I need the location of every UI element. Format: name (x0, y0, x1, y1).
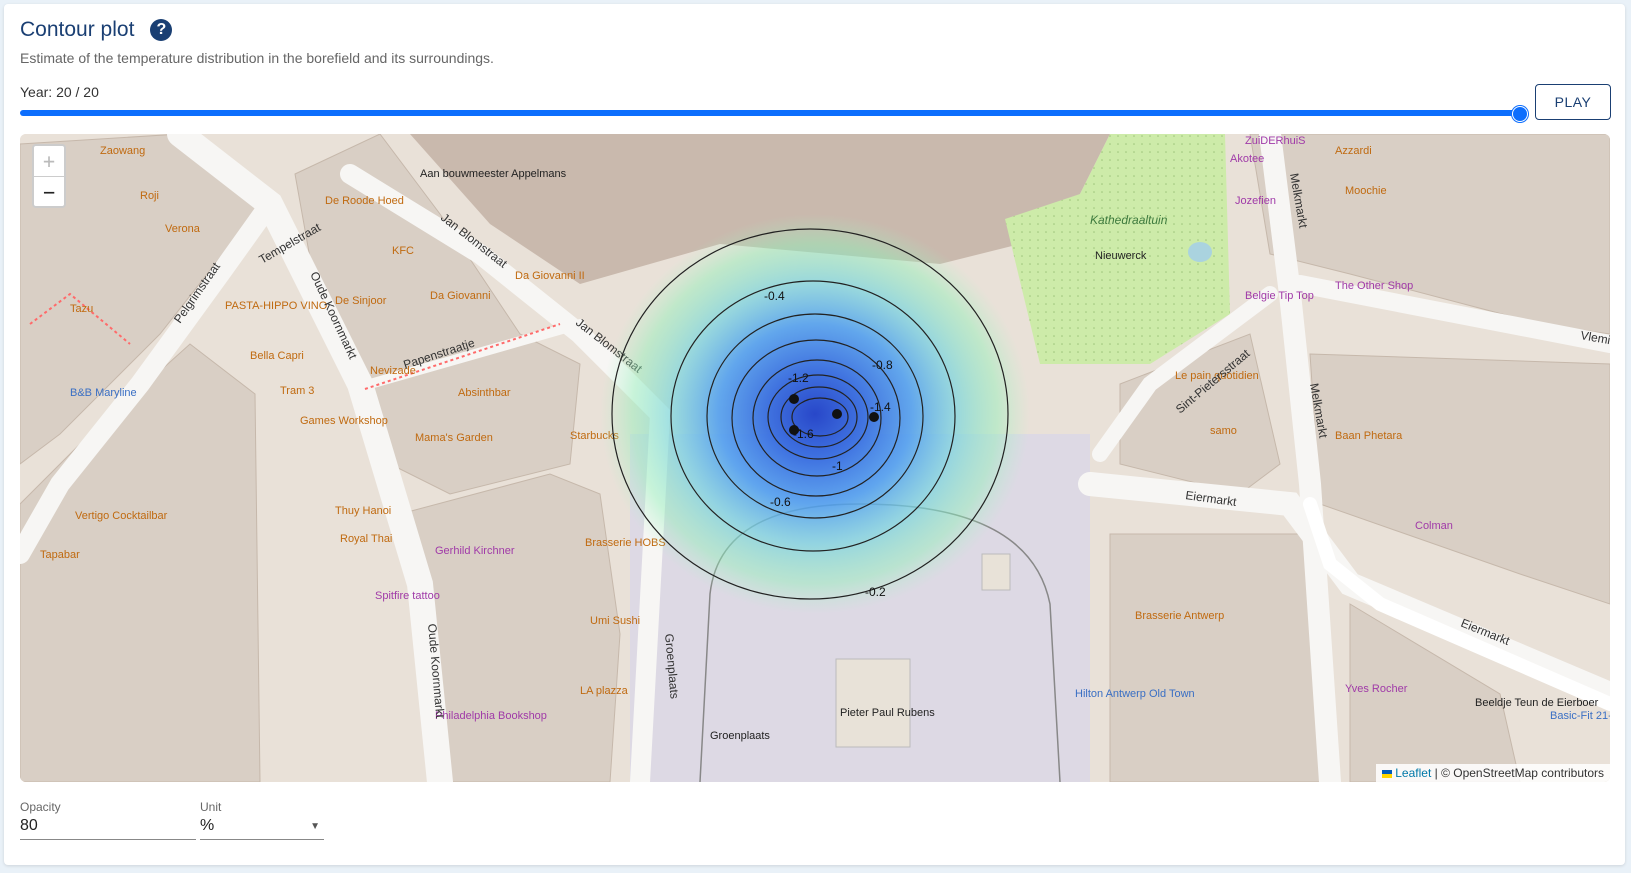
temperature-heatmap (600, 214, 1030, 614)
place-label: Umi Sushi (590, 615, 640, 627)
contour-label: -1.2 (788, 371, 809, 385)
place-label: Belgie Tip Top (1245, 290, 1314, 302)
slider-track[interactable] (20, 110, 1520, 116)
place-label: Roji (140, 190, 159, 202)
place-label: Baan Phetara (1335, 430, 1403, 442)
place-label: Akotee (1230, 153, 1264, 165)
unit-value: % (200, 817, 215, 834)
osm-attribution: | © OpenStreetMap contributors (1434, 766, 1604, 780)
zoom-in-button[interactable]: + (34, 146, 64, 177)
map-attribution: Leaflet | © OpenStreetMap contributors (1376, 764, 1610, 782)
place-label: B&B Maryline (70, 387, 137, 399)
page-title: Contour plot (20, 18, 135, 41)
leaflet-link[interactable]: Leaflet (1395, 766, 1431, 780)
unit-label: Unit (200, 800, 222, 814)
zoom-out-button[interactable]: − (34, 177, 64, 207)
contour-label: -0.8 (872, 358, 893, 372)
ukraine-flag-icon (1382, 769, 1393, 778)
place-label: De Roode Hoed (325, 195, 404, 207)
place-label: The Other Shop (1335, 280, 1413, 292)
park-label: Kathedraaltuin (1090, 213, 1168, 227)
year-label: Year: 20 / 20 (20, 84, 99, 100)
place-label: Tapabar (40, 549, 80, 561)
place-label: LA plazza (580, 685, 629, 697)
place-label: ZuiDERhuiS (1245, 135, 1306, 147)
place-label: Thuy Hanoi (335, 505, 391, 517)
place-label: Yves Rocher (1345, 683, 1408, 695)
place-label: Azzardi (1335, 145, 1372, 157)
place-label: Nieuwerck (1095, 250, 1147, 262)
place-label: De Sinjoor (335, 295, 387, 307)
place-label: Verona (165, 223, 201, 235)
place-label: Brasserie Antwerp (1135, 610, 1224, 622)
place-label: Pieter Paul Rubens (840, 707, 935, 719)
contour-label: -1.4 (870, 400, 891, 414)
place-label: PASTA-HIPPO VINO (225, 300, 328, 312)
place-label: Gerhild Kirchner (435, 545, 515, 557)
place-label: Basic-Fit 21-23 (1550, 710, 1610, 722)
title-row: Contour plot ? (20, 18, 173, 42)
place-label: Zaowang (100, 145, 145, 157)
zoom-control: + − (32, 144, 66, 208)
help-circle-icon[interactable]: ? (150, 19, 173, 41)
place-label: Spitfire tattoo (375, 590, 440, 602)
place-label: samo (1210, 425, 1237, 437)
contour-label: -0.4 (764, 289, 785, 303)
play-button[interactable]: PLAY (1535, 84, 1611, 120)
place-label: Beeldje Teun de Eierboer (1475, 697, 1599, 709)
place-label: Moochie (1345, 185, 1387, 197)
map-canvas[interactable]: Zaowang Roji Verona De Roode Hoed KFC Da… (20, 134, 1610, 782)
place-label: Tram 3 (280, 385, 314, 397)
contour-label: -0.2 (865, 585, 886, 599)
chevron-down-icon[interactable]: ▼ (310, 821, 320, 832)
place-label: Royal Thai (340, 533, 392, 545)
slider-thumb[interactable] (1512, 106, 1528, 122)
place-label: Games Workshop (300, 415, 388, 427)
place-label: Mama's Garden (415, 432, 493, 444)
place-label: Vertigo Cocktailbar (75, 510, 168, 522)
place-label: Da Giovanni II (515, 270, 585, 282)
place-label: Aan bouwmeester Appelmans (420, 168, 567, 180)
place-label: Tazu (70, 303, 93, 315)
opacity-label: Opacity (20, 800, 61, 814)
place-label: Bella Capri (250, 350, 304, 362)
unit-select[interactable]: Unit % ▼ (200, 800, 324, 840)
contour-label: -1 (832, 459, 843, 473)
place-label: Groenplaats (710, 730, 770, 742)
unit-select-value[interactable]: % ▼ (200, 817, 324, 840)
place-label: KFC (392, 245, 414, 257)
contour-plot-card: Contour plot ? Estimate of the temperatu… (4, 4, 1625, 865)
opacity-field[interactable]: Opacity 80 (20, 800, 196, 840)
place-label: Hilton Antwerp Old Town (1075, 688, 1195, 700)
opacity-input[interactable]: 80 (20, 817, 196, 840)
map-view[interactable]: Zaowang Roji Verona De Roode Hoed KFC Da… (20, 134, 1610, 782)
place-label: Absinthbar (458, 387, 511, 399)
place-label: Da Giovanni (430, 290, 491, 302)
place-label: Jozefien (1235, 195, 1276, 207)
place-label: Colman (1415, 520, 1453, 532)
year-slider[interactable] (20, 106, 1528, 122)
page-subtitle: Estimate of the temperature distribution… (20, 50, 494, 66)
place-label: Philadelphia Bookshop (435, 710, 547, 722)
contour-label: -0.6 (770, 495, 791, 509)
